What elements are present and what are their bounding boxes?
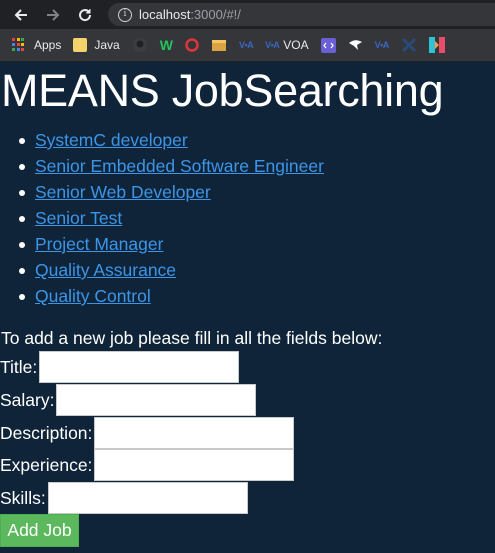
back-button[interactable] [10, 4, 32, 26]
bookmark-label: Java [94, 38, 120, 52]
list-item: SystemC developer [19, 127, 495, 153]
voa-icon: V•A [374, 40, 390, 50]
list-item: Project Manager [19, 231, 495, 257]
title-input[interactable] [39, 351, 240, 383]
experience-input[interactable] [94, 449, 295, 481]
bookmark-bird[interactable] [348, 36, 363, 54]
box-icon [211, 40, 226, 51]
salary-label: Salary: [0, 389, 55, 410]
bookmarks-bar: Apps Java W V•A V•A VOA V•A [0, 29, 495, 62]
job-link[interactable]: Quality Assurance [35, 260, 176, 280]
bookmark-voa-2[interactable]: V•A VOA [265, 36, 309, 54]
browser-toolbar: i localhost:3000/#!/ [0, 0, 495, 29]
job-link[interactable]: Quality Control [35, 286, 151, 306]
description-row: Description: [0, 417, 295, 449]
title-label: Title: [0, 356, 38, 377]
voa-icon: V•A [265, 40, 280, 50]
page-content: MEANS JobSearching SystemC developer Sen… [0, 63, 495, 547]
folder-icon [73, 38, 88, 52]
w-logo-icon: W [159, 37, 173, 53]
skills-row: Skills: [0, 482, 248, 514]
job-link[interactable]: Senior Test [35, 208, 122, 228]
list-item: Quality Control [19, 283, 495, 309]
bookmark-w[interactable]: W [160, 36, 173, 54]
address-bar[interactable]: i localhost:3000/#!/ [108, 3, 495, 26]
bookmark-box[interactable] [211, 36, 227, 54]
voa-icon: V•A [238, 40, 254, 50]
job-list: SystemC developer Senior Embedded Softwa… [0, 127, 495, 309]
bookmark-github[interactable] [132, 36, 148, 54]
page-title: MEANS JobSearching [1, 65, 444, 116]
bookmark-label: VOA [283, 38, 309, 52]
skills-label: Skills: [0, 487, 46, 508]
forward-button[interactable] [42, 4, 64, 26]
description-label: Description: [0, 422, 93, 443]
github-icon [132, 38, 147, 52]
experience-label: Experience: [0, 454, 93, 475]
bookmark-label: Apps [34, 38, 62, 52]
bookmark-code[interactable] [320, 36, 336, 54]
list-item: Senior Embedded Software Engineer [19, 153, 495, 179]
job-link[interactable]: SystemC developer [35, 130, 188, 150]
add-job-button[interactable]: Add Job [0, 514, 79, 547]
bird-icon [348, 40, 362, 50]
info-icon[interactable]: i [118, 7, 132, 22]
form-instructions: To add a new job please fill in all the … [1, 328, 383, 348]
salary-input[interactable] [56, 384, 257, 416]
list-item: Senior Web Developer [19, 179, 495, 205]
opera-icon [185, 38, 199, 52]
arrow-right-icon [47, 8, 60, 21]
url-host: localhost [139, 7, 191, 22]
bookmark-network[interactable] [401, 36, 417, 54]
reload-icon [79, 8, 92, 21]
url-path: :3000/#!/ [190, 7, 241, 22]
list-item: Senior Test [19, 205, 495, 231]
skills-input[interactable] [47, 482, 248, 514]
salary-row: Salary: [0, 384, 257, 416]
network-icon [401, 37, 416, 53]
colorful-logo-icon [428, 37, 445, 53]
job-link[interactable]: Project Manager [35, 234, 163, 254]
code-icon [320, 37, 336, 53]
bookmark-opera[interactable] [185, 36, 199, 54]
experience-row: Experience: [0, 449, 295, 481]
title-row: Title: [0, 351, 240, 383]
arrow-left-icon [14, 8, 27, 21]
description-input[interactable] [94, 417, 295, 449]
bookmark-voa-1[interactable]: V•A [238, 36, 254, 54]
apps-grid-icon [12, 38, 26, 52]
reload-button[interactable] [74, 4, 96, 26]
job-link[interactable]: Senior Embedded Software Engineer [35, 156, 324, 176]
bookmark-voa-3[interactable]: V•A [374, 36, 390, 54]
bookmark-apps[interactable]: Apps [12, 36, 61, 54]
bookmark-java[interactable]: Java [73, 36, 120, 54]
list-item: Quality Assurance [19, 257, 495, 283]
bookmark-colorful[interactable] [428, 36, 445, 54]
job-link[interactable]: Senior Web Developer [35, 182, 211, 202]
